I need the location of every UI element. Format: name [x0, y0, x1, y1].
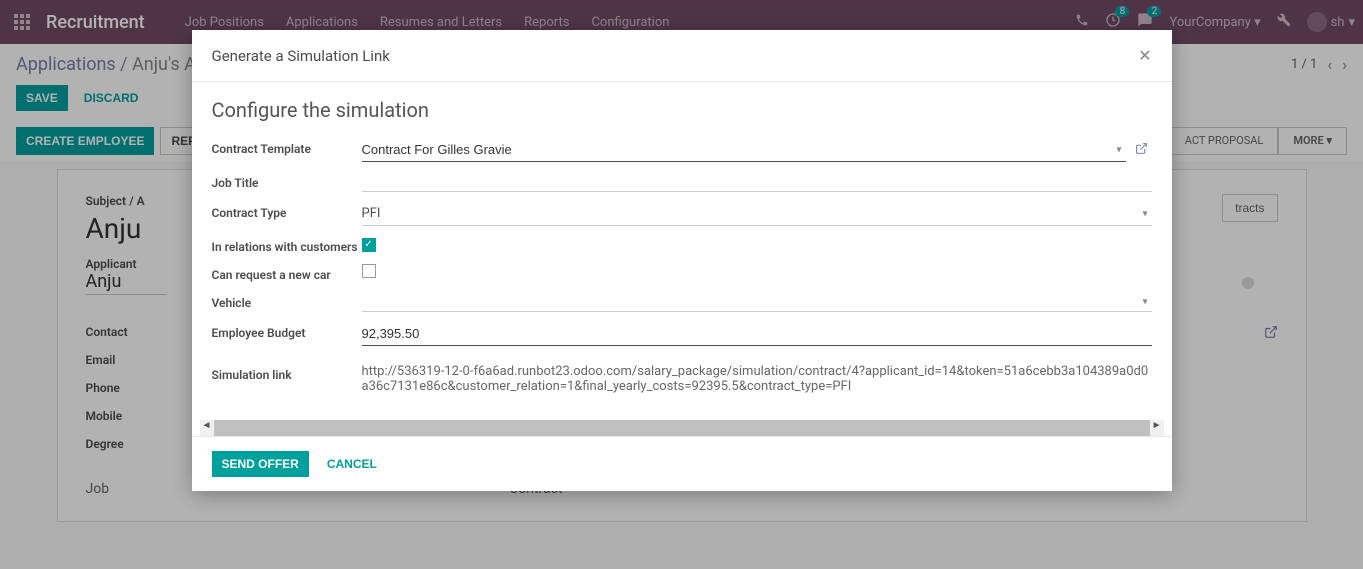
job-title-input[interactable] [362, 172, 1152, 192]
sim-link-text: http://536319-12-0-f6a6ad.runbot23.odoo.… [362, 364, 1152, 394]
row-new-car: Can request a new car [212, 264, 1152, 282]
cancel-button[interactable]: CANCEL [317, 451, 387, 477]
vehicle-select[interactable] [362, 292, 1152, 312]
modal-title: Generate a Simulation Link [212, 47, 390, 65]
row-sim-link: Simulation link http://536319-12-0-f6a6a… [212, 364, 1152, 394]
modal-dialog: Generate a Simulation Link ✕ Configure t… [192, 30, 1172, 491]
send-offer-button[interactable]: SEND OFFER [212, 451, 309, 477]
chevron-down-icon[interactable]: ▾ [1116, 145, 1121, 156]
external-link-icon[interactable] [1135, 142, 1148, 159]
label-employee-budget: Employee Budget [212, 322, 362, 340]
modal-footer: SEND OFFER CANCEL [192, 436, 1172, 491]
contract-template-input[interactable] [362, 138, 1126, 162]
modal-header: Generate a Simulation Link ✕ [192, 30, 1172, 82]
label-job-title: Job Title [212, 172, 362, 190]
modal-subtitle: Configure the simulation [212, 98, 1152, 122]
modal-body: Configure the simulation Contract Templa… [192, 82, 1172, 420]
contract-type-select[interactable]: PFI [362, 202, 1152, 226]
label-vehicle: Vehicle [212, 292, 362, 310]
label-sim-link: Simulation link [212, 364, 362, 382]
label-contract-template: Contract Template [212, 138, 362, 156]
employee-budget-input[interactable] [362, 322, 1152, 346]
row-contract-template: Contract Template ▾ [212, 138, 1152, 162]
row-relations: In relations with customers ✓ [212, 236, 1152, 254]
row-contract-type: Contract Type PFI ▾ [212, 202, 1152, 226]
label-contract-type: Contract Type [212, 202, 362, 220]
close-icon[interactable]: ✕ [1138, 46, 1151, 65]
row-job-title: Job Title [212, 172, 1152, 192]
label-new-car: Can request a new car [212, 264, 362, 282]
chevron-down-icon[interactable]: ▾ [1142, 209, 1147, 220]
label-relations: In relations with customers [212, 236, 362, 254]
horizontal-scrollbar[interactable] [200, 420, 1164, 436]
chevron-down-icon[interactable]: ▾ [1142, 297, 1147, 308]
row-employee-budget: Employee Budget [212, 322, 1152, 346]
relations-checkbox[interactable]: ✓ [362, 238, 376, 252]
row-vehicle: Vehicle ▾ [212, 292, 1152, 312]
new-car-checkbox[interactable] [362, 264, 376, 278]
